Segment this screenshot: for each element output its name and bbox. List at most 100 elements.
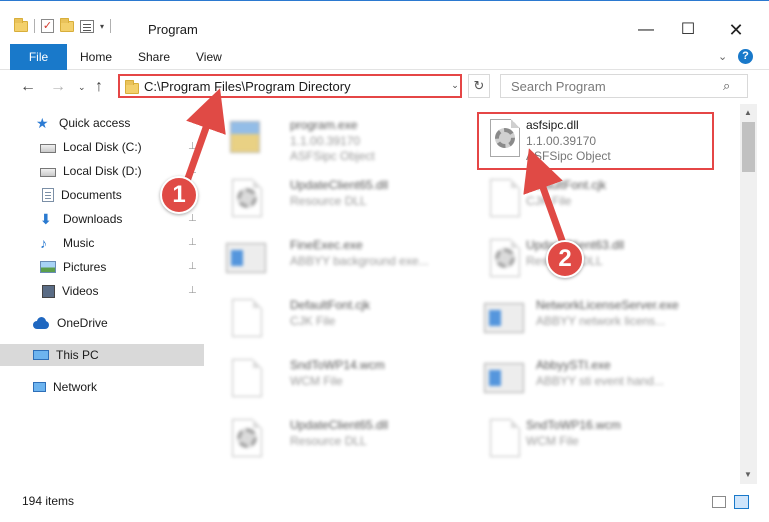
list-item[interactable]: AbbyySTI.exe ABBYY sti event hand...	[478, 350, 728, 404]
forward-arrow-icon[interactable]: →	[50, 78, 66, 96]
tab-file[interactable]: File	[10, 44, 67, 70]
tab-share[interactable]: Share	[138, 44, 170, 70]
quick-access-toolbar: ✓ ▾	[14, 17, 112, 33]
file-version: 1.1.00.39170	[290, 134, 361, 148]
file-type: WCM File	[290, 374, 343, 388]
pin-icon[interactable]: ⊥	[188, 165, 197, 176]
step-1-callout: 1	[160, 176, 198, 214]
help-icon[interactable]: ?	[738, 49, 753, 64]
exe-icon	[482, 355, 524, 399]
divider	[110, 19, 112, 33]
file-description: ASFSipc Object	[290, 149, 375, 163]
file-type: Resource DLL	[290, 194, 367, 208]
file-type: ABBYY sti event hand...	[536, 374, 664, 388]
address-dropdown-icon[interactable]: ⌄	[448, 74, 462, 98]
exe-icon	[482, 295, 524, 339]
sidebar-item-onedrive[interactable]: OneDrive	[0, 312, 204, 334]
documents-icon	[42, 188, 54, 202]
tab-home[interactable]: Home	[80, 44, 112, 70]
downloads-icon: ⬇	[40, 211, 52, 227]
item-count: 194 items	[22, 494, 75, 508]
blank-file-icon	[482, 415, 524, 459]
file-type: ABBYY background exe...	[290, 254, 429, 268]
up-arrow-icon[interactable]: ↑	[95, 78, 103, 96]
sidebar-item-local-disk-c[interactable]: Local Disk (C:) ⊥	[0, 136, 204, 158]
large-icons-view-icon[interactable]	[734, 495, 749, 509]
list-item[interactable]: NetworkLicenseServer.exe ABBYY network l…	[478, 290, 728, 344]
title-bar: ✓ ▾ Program — ☐ ✕	[0, 0, 769, 44]
blank-file-icon	[224, 355, 266, 399]
sidebar-item-music[interactable]: ♪ Music ⊥	[0, 232, 204, 254]
properties-check-icon[interactable]: ✓	[41, 19, 54, 33]
pc-icon	[33, 350, 49, 360]
list-item[interactable]: UpdateClient65.dll Resource DLL	[220, 410, 470, 464]
minimize-button[interactable]: —	[626, 15, 666, 45]
scrollbar-thumb[interactable]	[742, 122, 755, 172]
pin-icon[interactable]: ⊥	[188, 213, 197, 224]
sidebar-item-this-pc[interactable]: This PC	[0, 344, 204, 366]
sidebar-item-network[interactable]: Network	[0, 376, 204, 398]
network-icon	[33, 382, 46, 392]
search-icon[interactable]: ⌕	[723, 78, 730, 94]
customize-toolbar-icon[interactable]: ▾	[100, 22, 104, 31]
file-type: WCM File	[526, 434, 579, 448]
sidebar-item-label: Documents	[61, 188, 122, 202]
program-icon	[224, 115, 266, 159]
address-path[interactable]: C:\Program Files\Program Directory	[144, 79, 351, 94]
search-box[interactable]: Search Program ⌕	[500, 74, 748, 98]
sidebar-item-quick-access[interactable]: ★ Quick access	[0, 112, 204, 134]
sidebar-item-label: Pictures	[63, 260, 107, 274]
list-item[interactable]: UpdateClient63.dll Resource DLL	[478, 230, 728, 284]
file-name: NetworkLicenseServer.exe	[536, 298, 679, 312]
file-type: CJK File	[526, 194, 572, 208]
list-item[interactable]: FineExec.exe ABBYY background exe...	[220, 230, 470, 284]
sidebar-item-videos[interactable]: Videos ⊥	[0, 280, 204, 302]
sidebar-item-pictures[interactable]: Pictures ⊥	[0, 256, 204, 278]
address-bar[interactable]: C:\Program Files\Program Directory	[118, 74, 462, 98]
sidebar-item-label: Network	[53, 380, 98, 394]
highlight-box	[477, 112, 714, 170]
scroll-up-icon[interactable]: ▲	[744, 108, 752, 117]
file-name: UpdateClient65.dll	[290, 178, 389, 192]
recent-locations-icon[interactable]: ⌄	[78, 82, 86, 93]
blank-file-icon	[482, 175, 524, 219]
folder-icon	[125, 80, 139, 94]
back-arrow-icon[interactable]: ←	[20, 78, 36, 96]
list-item[interactable]: DefaultFont.cjk CJK File	[478, 170, 728, 224]
maximize-button[interactable]: ☐	[668, 15, 708, 45]
sidebar-item-label: OneDrive	[57, 316, 108, 330]
list-item[interactable]: DefaultFont.cjk CJK File	[220, 290, 470, 344]
sidebar-item-label: Quick access	[59, 116, 131, 130]
refresh-icon[interactable]: ↻	[468, 74, 490, 98]
list-item[interactable]: program.exe 1.1.00.39170 ASFSipc Object	[220, 110, 470, 164]
scroll-down-icon[interactable]: ▼	[744, 470, 752, 479]
list-item[interactable]: SndToWP16.wcm WCM File	[478, 410, 728, 464]
folder-icon	[14, 17, 28, 32]
pin-icon[interactable]: ⊥	[188, 261, 197, 272]
vertical-scrollbar[interactable]: ▲ ▼	[740, 104, 757, 484]
sidebar-item-label: Music	[63, 236, 95, 250]
file-name: DefaultFont.cjk	[526, 178, 607, 192]
properties-list-icon[interactable]	[80, 19, 94, 33]
new-folder-icon[interactable]	[60, 17, 74, 32]
tab-view[interactable]: View	[196, 44, 222, 70]
file-name: AbbyySTI.exe	[536, 358, 611, 372]
music-icon: ♪	[40, 235, 47, 251]
collapse-ribbon-icon[interactable]: ⌄	[718, 50, 727, 63]
sidebar-item-label: This PC	[56, 348, 99, 362]
pin-icon[interactable]: ⊥	[188, 285, 197, 296]
list-item[interactable]: SndToWP14.wcm WCM File	[220, 350, 470, 404]
onedrive-icon	[32, 316, 50, 330]
navigation-bar: ← → ⌄ ↑ C:\Program Files\Program Directo…	[0, 70, 769, 104]
file-name: program.exe	[290, 118, 358, 132]
close-button[interactable]: ✕	[716, 15, 756, 45]
star-icon: ★	[36, 115, 49, 131]
pin-icon[interactable]: ⊥	[188, 237, 197, 248]
search-input[interactable]: Search Program	[511, 79, 606, 94]
pin-icon[interactable]: ⊥	[188, 141, 197, 152]
list-item[interactable]: UpdateClient65.dll Resource DLL	[220, 170, 470, 224]
window-title: Program	[148, 22, 198, 37]
file-name: UpdateClient65.dll	[290, 418, 389, 432]
details-view-icon[interactable]	[712, 496, 726, 508]
file-name: FineExec.exe	[290, 238, 363, 252]
